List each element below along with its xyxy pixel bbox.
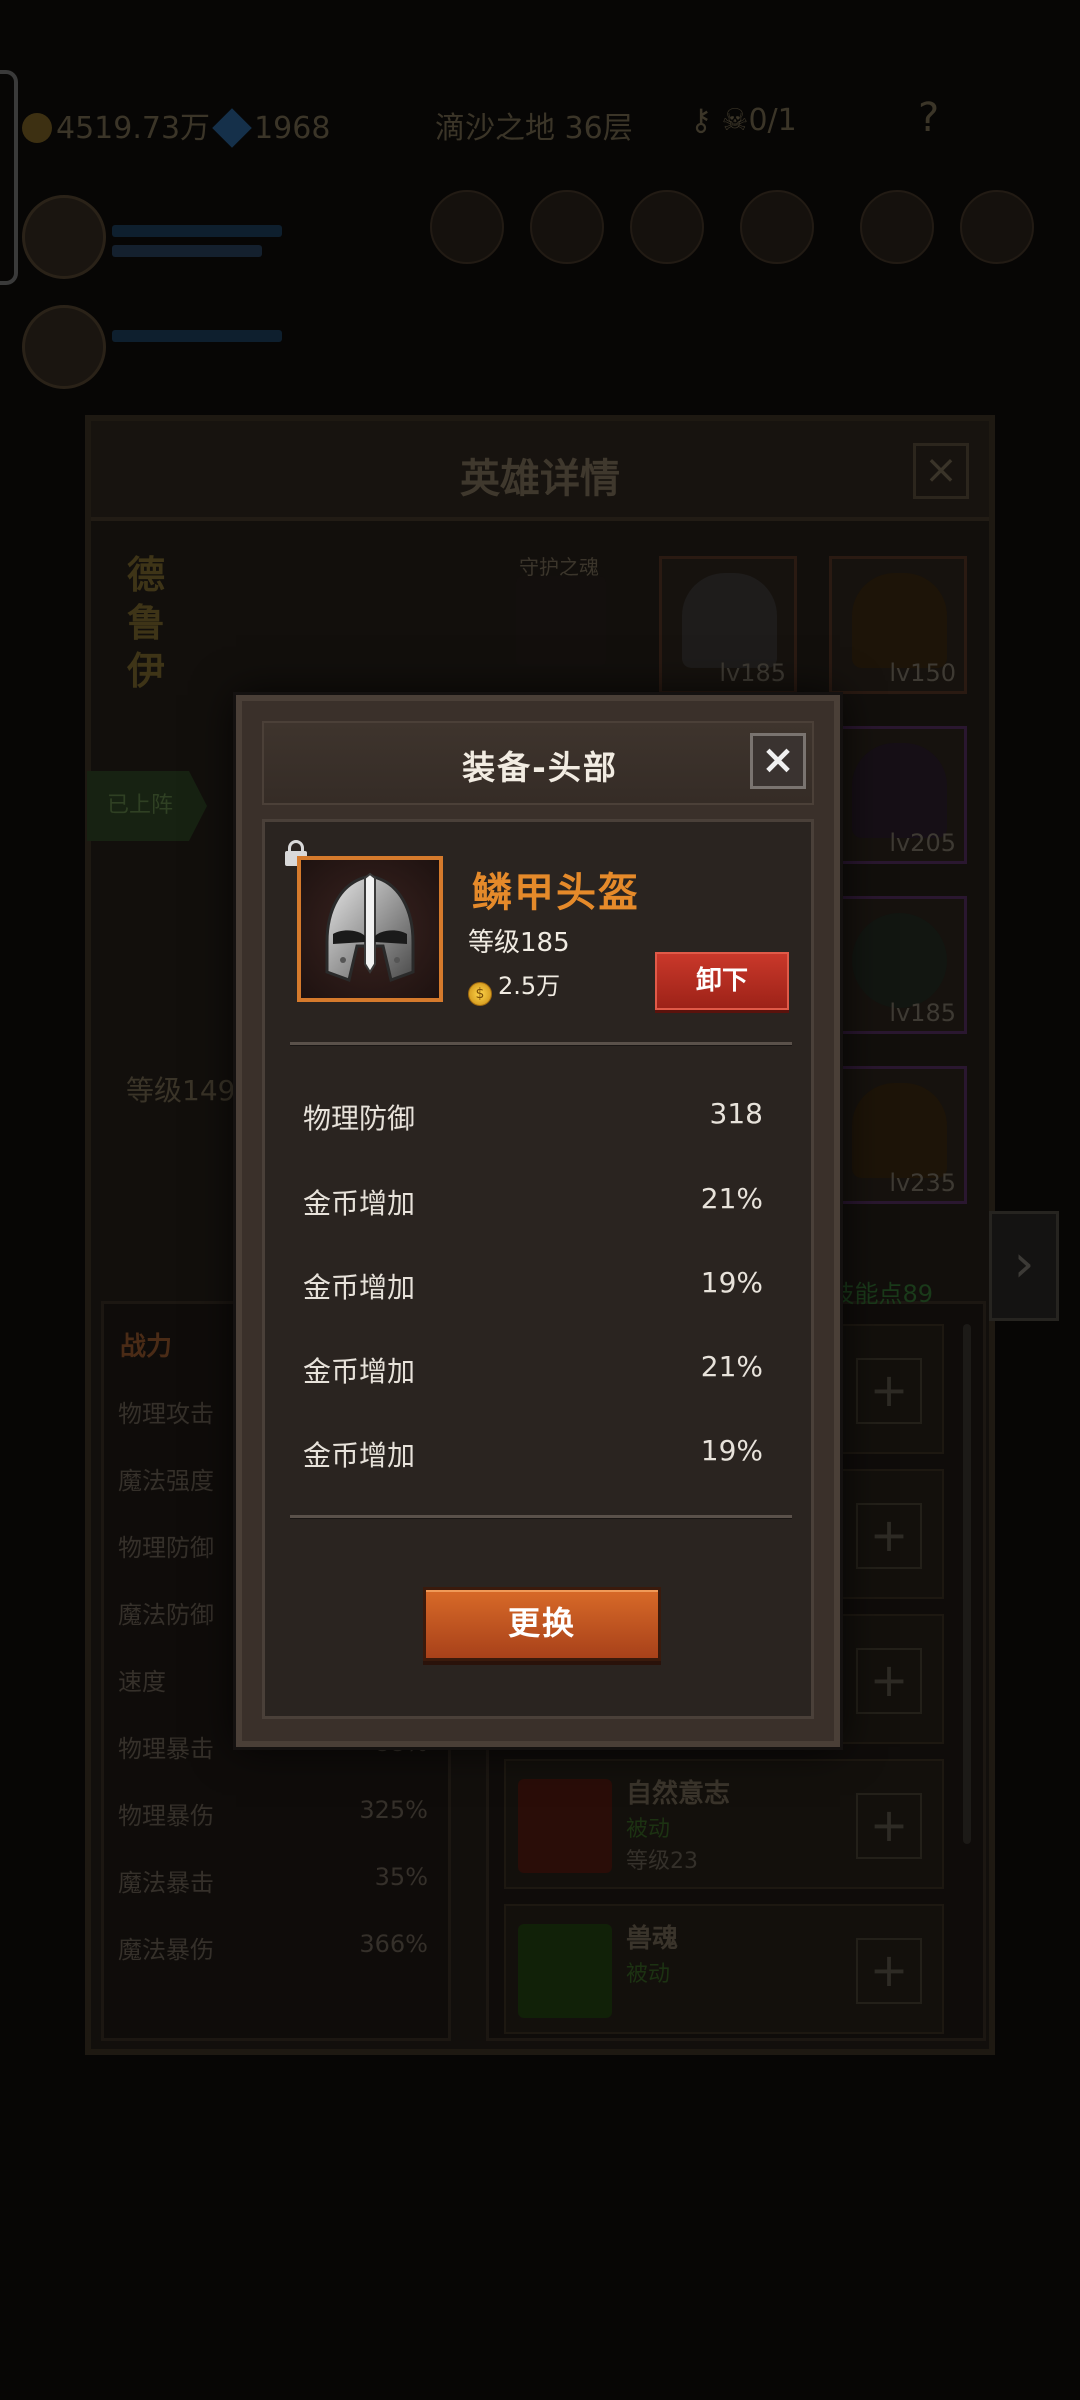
buff-icon-6 [960, 190, 1034, 264]
equip-slot-boots: lv205 [829, 726, 967, 864]
hero-details-close-icon: × [913, 443, 969, 499]
hero-details-title: 英雄详情 [460, 456, 620, 502]
hero-mana-bar-2 [112, 330, 282, 342]
gold-amount: 4519.73万 [56, 111, 211, 146]
stat-row: 魔法暴击 35% [118, 1863, 428, 1897]
gem-icon [212, 108, 252, 148]
attribute-value: 21% [700, 1182, 763, 1215]
skill-card: 自然意志 被动 等级23 + [504, 1759, 944, 1889]
gold-counter: 4519.73万 1968 [22, 103, 331, 148]
hero-hp-bar-1 [112, 245, 262, 257]
skill-upgrade-plus-icon: + [856, 1503, 922, 1569]
deployed-tag: 已上阵 [87, 771, 207, 841]
spirit-skill-icon [518, 1924, 612, 2018]
buff-icon-4 [740, 190, 814, 264]
equip-slot-necklace: lv150 [829, 556, 967, 694]
attribute-label: 金币增加 [303, 1439, 416, 1472]
buff-icon-1 [430, 190, 504, 264]
divider [290, 1515, 792, 1519]
guardian-soul-icon [516, 576, 606, 666]
equip-slot-head: lv185 [659, 556, 797, 694]
modal-title: 装备-头部 [462, 748, 618, 787]
attribute-row: 金币增加 21% [303, 1350, 763, 1390]
skill-points: 技能点89 [830, 1280, 933, 1308]
divider [290, 1042, 792, 1046]
help-button: ? [918, 95, 940, 141]
key-icon: ⚷ [690, 103, 712, 138]
attribute-row: 物理防御 318 [303, 1097, 763, 1137]
close-icon[interactable]: × [750, 733, 806, 789]
item-icon-frame [297, 856, 443, 1002]
key-counter: ⚷ ☠0/1 [690, 103, 797, 138]
attribute-row: 金币增加 21% [303, 1182, 763, 1222]
skill-upgrade-plus-icon: + [856, 1648, 922, 1714]
skill-card: 兽魂 被动 + [504, 1904, 944, 2034]
hero-level: 等级149 [126, 1074, 236, 1107]
combat-power-caption: 战力 [120, 1332, 173, 1362]
attribute-row: 金币增加 19% [303, 1434, 763, 1474]
attribute-label: 物理防御 [303, 1102, 416, 1135]
modal-header: 装备-头部 × [262, 721, 814, 805]
modal-body: 鳞甲头盔 等级185 $2.5万 卸下 物理防御 318 金币增加 21% 金币增加… [262, 819, 814, 1719]
equip-slot-ring: lv185 [829, 896, 967, 1034]
helmet-icon [682, 573, 777, 668]
attribute-label: 金币增加 [303, 1187, 416, 1220]
stat-row: 物理暴伤 325% [118, 1796, 428, 1830]
stage-label: 滴沙之地 36层 [435, 111, 633, 146]
skill-upgrade-plus-icon: + [856, 1793, 922, 1859]
attribute-value: 21% [700, 1350, 763, 1383]
buff-icon-5 [860, 190, 934, 264]
stat-row: 魔法暴伤 366% [118, 1930, 428, 1964]
skull-icon: ☠ [721, 103, 749, 138]
skill-upgrade-plus-icon: + [856, 1358, 922, 1424]
attribute-label: 金币增加 [303, 1355, 416, 1388]
ring-icon [852, 913, 947, 1008]
hero-details-header: 英雄详情 × [91, 421, 989, 521]
item-sell-price: $2.5万 [468, 966, 560, 1006]
hero-mana-bar-1 [112, 225, 282, 237]
gold-coin-icon: $ [468, 982, 492, 1006]
attribute-value: 19% [700, 1266, 763, 1299]
unequip-button[interactable]: 卸下 [655, 952, 789, 1010]
boots-icon [852, 743, 947, 838]
gold-coin-icon [22, 113, 52, 143]
equip-slot-cape: lv235 [829, 1066, 967, 1204]
helmet-icon [325, 872, 415, 982]
replace-button[interactable]: 更换 [423, 1587, 661, 1661]
top-resource-bar: 4519.73万 1968 滴沙之地 36层 ⚷ ☠0/1 ? [0, 95, 1080, 155]
item-name: 鳞甲头盔 [472, 870, 640, 916]
equipment-head-modal: 装备-头部 × 鳞甲头盔 等级185 $ 2.5万 卸下 物理防御 318 金币… [236, 695, 840, 1747]
gem-amount: 1968 [254, 111, 331, 146]
item-level: 等级185 [468, 928, 570, 958]
skill-upgrade-plus-icon: + [856, 1938, 922, 2004]
attribute-value: 19% [700, 1434, 763, 1467]
team-hero-avatar-2 [22, 305, 106, 389]
cape-icon [852, 1083, 947, 1178]
necklace-icon [852, 573, 947, 668]
buff-icon-2 [530, 190, 604, 264]
skills-scrollbar [963, 1324, 971, 1844]
paw-skill-icon [518, 1779, 612, 1873]
attribute-row: 金币增加 19% [303, 1266, 763, 1306]
price-value: 2.5万 [498, 972, 561, 1000]
hero-name: 德鲁伊 [127, 553, 166, 693]
buff-icon-3 [630, 190, 704, 264]
next-hero-arrow-icon: › [989, 1211, 1059, 1321]
attribute-label: 金币增加 [303, 1271, 416, 1304]
team-hero-avatar-1 [22, 195, 106, 279]
attribute-value: 318 [709, 1097, 763, 1130]
